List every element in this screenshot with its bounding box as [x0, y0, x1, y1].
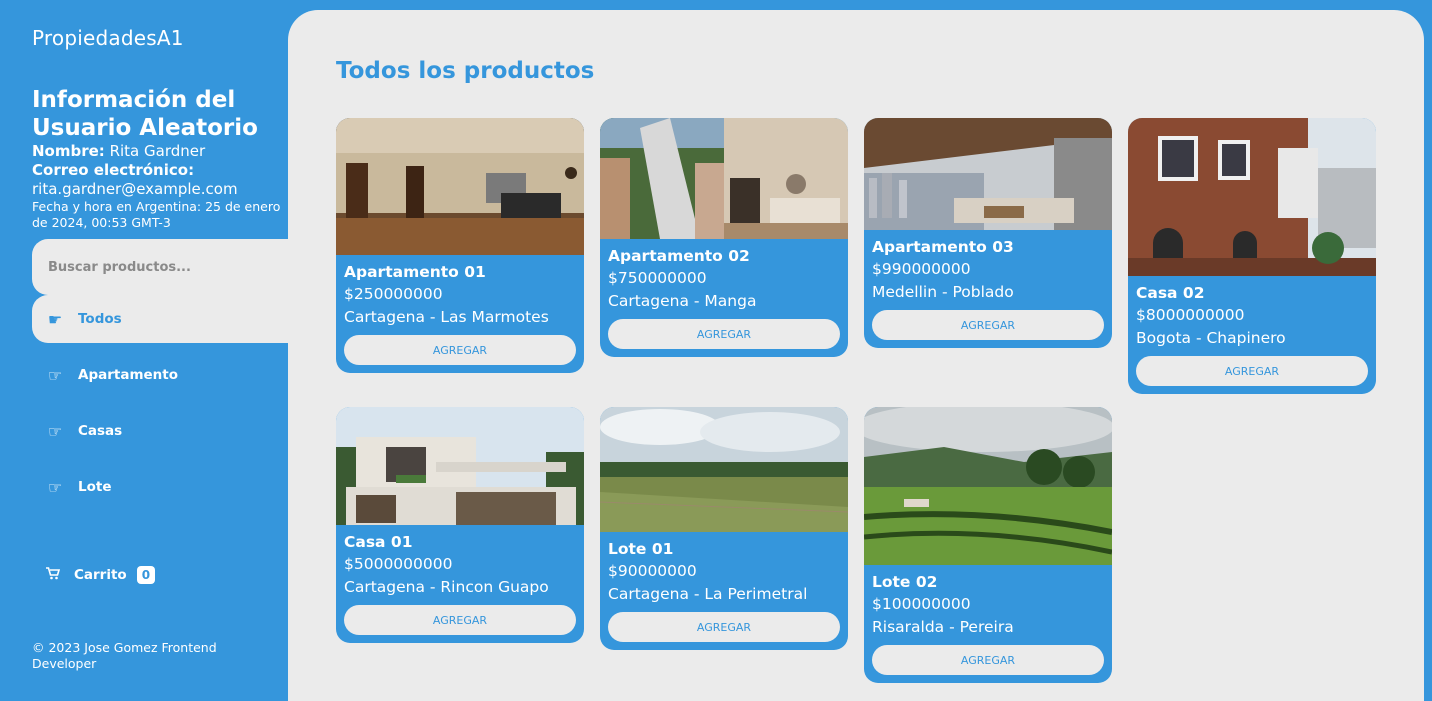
nav-item-label: Apartamento	[78, 367, 179, 383]
product-location: Cartagena - Manga	[608, 292, 757, 310]
product-card: Lote 02 $100000000 Risaralda - Pereira A…	[864, 407, 1112, 683]
add-to-cart-button[interactable]: AGREGAR	[344, 605, 576, 635]
product-name: Lote 01	[608, 540, 674, 558]
main-content: Todos los productos Apartamento 01 $2500…	[288, 10, 1424, 701]
cart-button[interactable]: Carrito 0	[46, 566, 156, 584]
cart-label: Carrito	[74, 567, 127, 583]
nav-item-casas[interactable]: ☞ Casas	[32, 407, 288, 455]
user-name-row: Nombre: Rita Gardner	[32, 142, 205, 161]
product-name: Apartamento 02	[608, 247, 750, 265]
user-info-heading: Información del Usuario Aleatorio	[32, 87, 258, 141]
product-image-interior[interactable]	[336, 118, 584, 255]
user-email: rita.gardner@example.com	[32, 180, 238, 198]
add-to-cart-button[interactable]: AGREGAR	[344, 335, 576, 365]
product-card: Casa 01 $5000000000 Cartagena - Rincon G…	[336, 407, 584, 643]
product-price: $5000000000	[344, 555, 453, 573]
user-name: Rita Gardner	[109, 142, 206, 160]
add-to-cart-button[interactable]: AGREGAR	[608, 319, 840, 349]
product-image-balcony[interactable]	[864, 118, 1112, 230]
app-logo[interactable]: PropiedadesA1	[32, 26, 184, 50]
product-image-farmland[interactable]	[864, 407, 1112, 565]
footer-credit: © 2023 Jose Gomez Frontend Developer	[32, 640, 217, 671]
add-to-cart-button[interactable]: AGREGAR	[872, 645, 1104, 675]
product-image-field[interactable]	[600, 407, 848, 532]
product-name: Casa 01	[344, 533, 413, 551]
product-price: $8000000000	[1136, 306, 1245, 324]
product-name: Casa 02	[1136, 284, 1205, 302]
product-image-modern-house[interactable]	[336, 407, 584, 525]
nav-item-label: Lote	[78, 479, 112, 495]
hand-pointing-icon: ☞	[47, 421, 63, 441]
product-name: Lote 02	[872, 573, 938, 591]
product-image-building[interactable]	[600, 118, 848, 239]
user-name-label: Nombre:	[32, 142, 105, 160]
product-price: $90000000	[608, 562, 697, 580]
cart-icon	[46, 566, 61, 584]
user-datetime: Fecha y hora en Argentina: 25 de enero d…	[32, 199, 281, 230]
product-price: $990000000	[872, 260, 971, 278]
product-card: Apartamento 02 $750000000 Cartagena - Ma…	[600, 118, 848, 357]
product-card: Apartamento 03 $990000000 Medellin - Pob…	[864, 118, 1112, 348]
product-card: Casa 02 $8000000000 Bogota - Chapinero A…	[1128, 118, 1376, 394]
product-location: Bogota - Chapinero	[1136, 329, 1286, 347]
add-to-cart-button[interactable]: AGREGAR	[608, 612, 840, 642]
product-price: $100000000	[872, 595, 971, 613]
search-input[interactable]	[32, 239, 288, 295]
product-name: Apartamento 01	[344, 263, 486, 281]
hand-pointing-icon: ☛	[47, 309, 63, 329]
product-location: Cartagena - Las Marmotes	[344, 308, 549, 326]
product-card: Apartamento 01 $250000000 Cartagena - La…	[336, 118, 584, 373]
user-email-label: Correo electrónico:	[32, 161, 195, 179]
add-to-cart-button[interactable]: AGREGAR	[872, 310, 1104, 340]
nav-item-todos[interactable]: ☛ Todos	[32, 295, 288, 343]
product-location: Risaralda - Pereira	[872, 618, 1014, 636]
product-location: Cartagena - La Perimetral	[608, 585, 808, 603]
product-card: Lote 01 $90000000 Cartagena - La Perimet…	[600, 407, 848, 650]
product-price: $250000000	[344, 285, 443, 303]
page-title: Todos los productos	[336, 58, 595, 84]
sidebar: PropiedadesA1 Información del Usuario Al…	[0, 0, 288, 701]
product-name: Apartamento 03	[872, 238, 1014, 256]
nav-item-label: Todos	[78, 311, 122, 327]
nav-item-lote[interactable]: ☞ Lote	[32, 463, 288, 511]
product-location: Medellin - Poblado	[872, 283, 1014, 301]
hand-pointing-icon: ☞	[47, 477, 63, 497]
cart-count-badge: 0	[136, 566, 156, 584]
nav-item-apartamento[interactable]: ☞ Apartamento	[32, 351, 288, 399]
add-to-cart-button[interactable]: AGREGAR	[1136, 356, 1368, 386]
hand-pointing-icon: ☞	[47, 365, 63, 385]
product-location: Cartagena - Rincon Guapo	[344, 578, 549, 596]
product-price: $750000000	[608, 269, 707, 287]
product-image-brick-house[interactable]	[1128, 118, 1376, 276]
nav-item-label: Casas	[78, 423, 123, 439]
